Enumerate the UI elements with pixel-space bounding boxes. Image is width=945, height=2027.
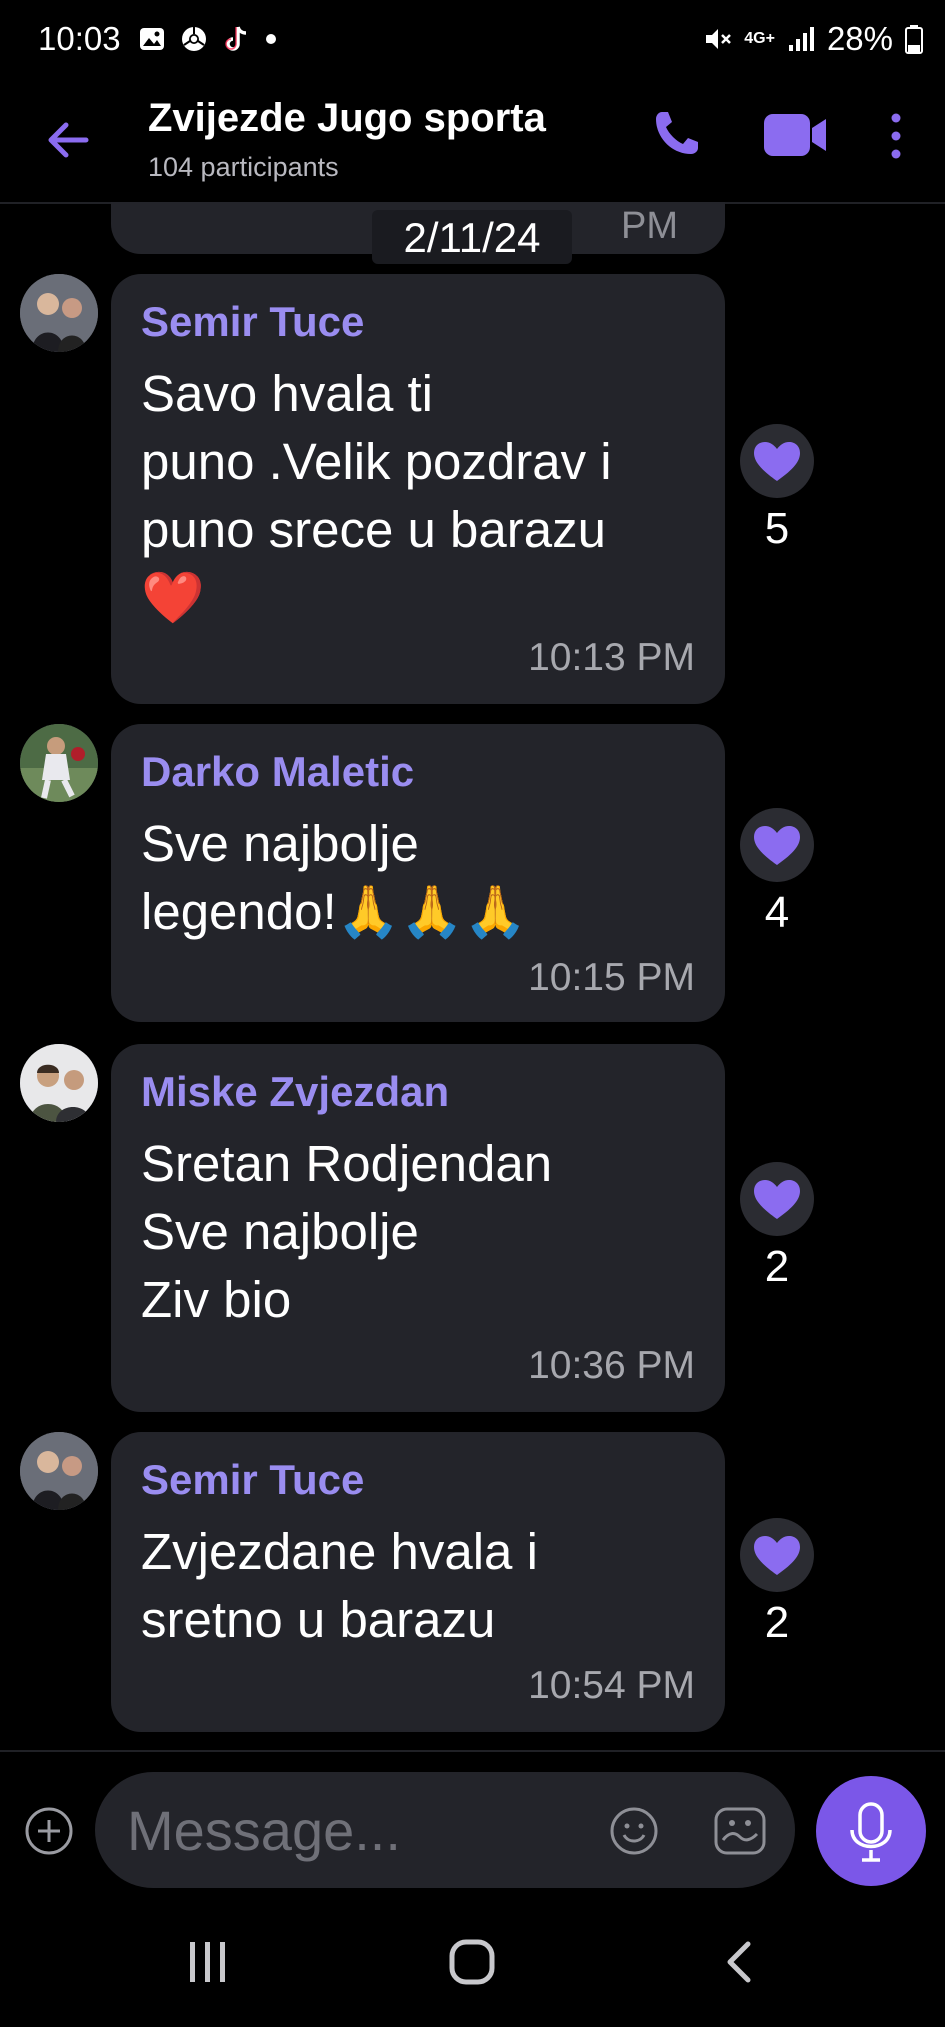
gallery-icon: [140, 28, 164, 50]
date-separator: 2/11/24: [372, 210, 572, 264]
back-arrow-icon[interactable]: [42, 114, 94, 166]
video-icon[interactable]: [762, 110, 830, 160]
reaction-button[interactable]: [740, 1162, 814, 1236]
message-composer: [0, 1750, 945, 1888]
message-time: 10:54 PM: [528, 1664, 695, 1707]
heart-icon: [754, 1180, 800, 1219]
dot-icon: [266, 34, 276, 44]
reaction-count[interactable]: 4: [740, 888, 814, 938]
status-bar: 10:03 4G+ 28%: [0, 0, 945, 84]
voice-message-button[interactable]: [816, 1776, 926, 1886]
avatar[interactable]: [20, 1432, 98, 1510]
message-time: 10:15 PM: [528, 956, 695, 999]
message-bubble[interactable]: Miske Zvjezdan Sretan Rodjendan Sve najb…: [111, 1044, 725, 1412]
avatar[interactable]: [20, 724, 98, 802]
message-list[interactable]: 10:09 PM 2/11/24 Semir Tuce Savo hvala t…: [0, 202, 945, 1750]
status-right: 4G+ 28%: [702, 20, 923, 58]
reaction-count[interactable]: 2: [740, 1598, 814, 1648]
sender-name[interactable]: Darko Maletic: [141, 748, 414, 796]
chat-title[interactable]: Zvijezde Jugo sporta: [148, 96, 546, 141]
message-text: Zvjezdane hvala i sretno u barazu: [141, 1523, 538, 1648]
message-bubble[interactable]: Semir Tuce Savo hvala ti puno .Velik poz…: [111, 274, 725, 704]
participants-count[interactable]: 104 participants: [148, 152, 339, 183]
sender-name[interactable]: Semir Tuce: [141, 298, 364, 346]
status-time: 10:03: [38, 20, 121, 57]
message-input[interactable]: [125, 1794, 589, 1866]
more-icon[interactable]: [884, 108, 908, 164]
message-text: Sretan Rodjendan Sve najbolje Ziv bio: [141, 1135, 553, 1328]
network-label: 4G+: [744, 30, 775, 47]
battery-icon: [905, 25, 923, 54]
system-nav-bar: [0, 1900, 945, 2027]
chat-header: Zvijezde Jugo sporta 104 participants: [0, 84, 945, 204]
reaction-count[interactable]: 2: [740, 1242, 814, 1292]
avatar[interactable]: [20, 1044, 98, 1122]
message-bubble[interactable]: Semir Tuce Zvjezdane hvala i sretno u ba…: [111, 1432, 725, 1732]
emoji-icon[interactable]: [609, 1806, 659, 1856]
reaction-button[interactable]: [740, 1518, 814, 1592]
message-time: 10:36 PM: [528, 1344, 695, 1387]
reaction-button[interactable]: [740, 808, 814, 882]
chrome-icon: [182, 27, 206, 51]
battery-percent: 28%: [826, 20, 893, 57]
message-time: 10:13 PM: [528, 636, 695, 679]
status-left-icons: [138, 24, 278, 54]
reaction-count[interactable]: 5: [740, 504, 814, 554]
signal-icon: [788, 27, 814, 51]
sticker-icon[interactable]: [713, 1806, 767, 1856]
back-nav-icon[interactable]: [720, 1940, 760, 1984]
home-icon[interactable]: [448, 1938, 496, 1986]
message-time: 10:09 PM: [621, 202, 716, 247]
message-text: Savo hvala ti puno .Velik pozdrav i puno…: [141, 365, 612, 626]
add-attachment-icon[interactable]: [24, 1806, 74, 1856]
microphone-icon: [850, 1802, 892, 1862]
message-bubble[interactable]: Darko Maletic Sve najbolje legendo!🙏🙏🙏 1…: [111, 724, 725, 1022]
message-input-container[interactable]: [95, 1772, 795, 1888]
sender-name[interactable]: Miske Zvjezdan: [141, 1068, 449, 1116]
recent-apps-icon[interactable]: [186, 1940, 230, 1984]
heart-icon: [754, 826, 800, 865]
sender-name[interactable]: Semir Tuce: [141, 1456, 364, 1504]
mute-icon: [706, 29, 732, 49]
reaction-button[interactable]: [740, 424, 814, 498]
heart-icon: [754, 1536, 800, 1575]
avatar[interactable]: [20, 274, 98, 352]
heart-icon: [754, 442, 800, 481]
phone-icon[interactable]: [648, 106, 704, 162]
message-text: Sve najbolje legendo!🙏🙏🙏: [141, 815, 528, 940]
tiktok-icon: [225, 26, 247, 51]
